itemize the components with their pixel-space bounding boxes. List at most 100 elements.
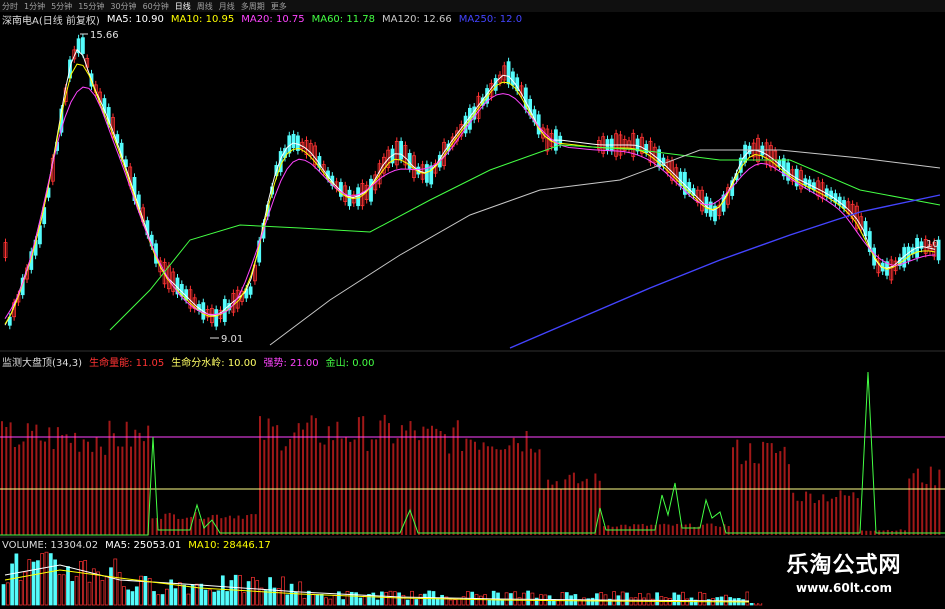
volume-bar bbox=[182, 584, 186, 606]
volume-bar bbox=[18, 579, 23, 606]
low-price-label: 9.01 bbox=[221, 334, 243, 345]
volume-bar bbox=[397, 592, 401, 606]
volume-bar bbox=[10, 563, 14, 606]
volume-bar bbox=[414, 599, 419, 606]
volume-bar bbox=[384, 591, 389, 606]
volume-bar bbox=[212, 591, 217, 606]
volume-bar bbox=[31, 561, 36, 606]
candle-body bbox=[248, 286, 253, 295]
volume-bar bbox=[27, 559, 32, 606]
candlestick-series bbox=[3, 33, 941, 331]
volume-bar bbox=[126, 589, 131, 606]
volume-bar bbox=[345, 591, 350, 606]
volume-bar bbox=[203, 589, 208, 606]
volume-bar bbox=[242, 592, 247, 606]
volume-bar bbox=[57, 574, 62, 606]
stock-chart[interactable]: 15.66 9.01 10 bbox=[0, 0, 945, 609]
candle-body bbox=[760, 145, 765, 156]
volume-bar bbox=[113, 558, 118, 606]
volume-bar bbox=[70, 581, 75, 606]
volume-bar bbox=[152, 591, 156, 606]
ma5-line bbox=[4, 48, 936, 326]
volume-bar bbox=[36, 560, 40, 606]
gold-line bbox=[0, 371, 945, 536]
volume-bar bbox=[87, 581, 92, 606]
volume-bar bbox=[298, 581, 303, 606]
volume-bar bbox=[96, 571, 100, 606]
volume-bar bbox=[109, 567, 113, 606]
volume-bar bbox=[672, 592, 677, 606]
candle-body bbox=[510, 71, 515, 86]
moving-average-lines bbox=[4, 48, 941, 349]
volume-bar bbox=[130, 591, 135, 606]
high-price-label: 15.66 bbox=[90, 30, 119, 41]
volume-bar bbox=[199, 583, 204, 606]
volume-bar bbox=[229, 580, 234, 606]
volume-bar bbox=[156, 594, 161, 606]
volume-bar bbox=[453, 599, 457, 606]
volume-bar bbox=[448, 599, 453, 606]
volume-bar bbox=[371, 592, 376, 606]
volume-bar bbox=[83, 560, 88, 606]
candle-body bbox=[214, 309, 219, 327]
volume-bar bbox=[5, 582, 10, 606]
volume-bar bbox=[74, 575, 79, 606]
volume-bar bbox=[478, 595, 483, 606]
volume-bar bbox=[122, 586, 126, 606]
volume-bar bbox=[491, 590, 496, 606]
volume-bar bbox=[48, 553, 53, 606]
volume-bar bbox=[216, 590, 221, 606]
volume-bar bbox=[358, 597, 363, 606]
volume-bar bbox=[440, 594, 444, 606]
volume-bar bbox=[315, 594, 320, 606]
volume-bar bbox=[375, 599, 380, 606]
volume-bar bbox=[79, 561, 83, 606]
volume-bar bbox=[186, 593, 191, 606]
volume-bar bbox=[332, 595, 337, 606]
volume-bar bbox=[595, 593, 599, 606]
indicator-bars bbox=[1, 414, 941, 535]
volume-bar bbox=[698, 591, 702, 606]
volume-bar bbox=[681, 591, 685, 606]
volume-bar bbox=[423, 593, 427, 606]
volume-bar bbox=[362, 595, 367, 606]
volume-bar bbox=[590, 597, 595, 606]
candle-body bbox=[81, 37, 85, 54]
volume-bar bbox=[418, 594, 423, 606]
candle-body bbox=[506, 61, 511, 85]
candle-body bbox=[399, 140, 404, 160]
volume-bar bbox=[702, 593, 707, 606]
volume-bar bbox=[246, 581, 251, 606]
volume-bar bbox=[66, 566, 70, 606]
volume-bar bbox=[380, 591, 384, 606]
volume-bar bbox=[289, 583, 294, 606]
volume-bar bbox=[328, 598, 333, 606]
volume-bar bbox=[165, 588, 169, 606]
volume-bar bbox=[134, 586, 139, 606]
volume-bar bbox=[104, 576, 109, 606]
ma10-line bbox=[4, 63, 936, 325]
volume-bar bbox=[306, 590, 311, 606]
volume-bars bbox=[1, 551, 763, 606]
volume-bar bbox=[564, 592, 569, 606]
volume-bar bbox=[1, 584, 6, 606]
volume-bar bbox=[638, 593, 642, 606]
right-price-label: 10 bbox=[926, 239, 939, 250]
volume-bar bbox=[311, 593, 315, 606]
volume-bar bbox=[405, 599, 410, 606]
watermark-logo: 乐淘公式网 www.60lt.com bbox=[749, 545, 939, 603]
volume-bar bbox=[612, 591, 616, 606]
volume-bar bbox=[255, 580, 260, 606]
volume-bar bbox=[560, 592, 565, 606]
volume-bar bbox=[500, 599, 505, 606]
volume-bar bbox=[487, 599, 492, 606]
volume-bar bbox=[655, 592, 659, 606]
volume-bar bbox=[268, 577, 272, 606]
volume-bar bbox=[40, 553, 45, 606]
volume-bar bbox=[724, 594, 728, 606]
volume-bar bbox=[44, 551, 49, 606]
volume-bar bbox=[599, 592, 604, 606]
volume-bar bbox=[620, 591, 625, 606]
volume-bar bbox=[526, 590, 530, 606]
watermark-url: www.60lt.com bbox=[795, 581, 893, 595]
